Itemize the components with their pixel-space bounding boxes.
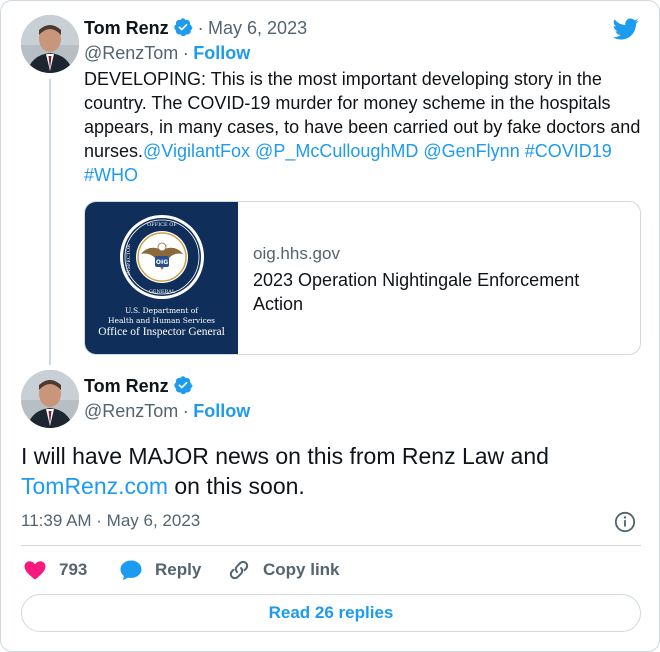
- separator: ·: [182, 43, 189, 63]
- seal-center-text: OIG: [156, 259, 168, 266]
- website-link[interactable]: TomRenz.com: [21, 473, 168, 499]
- tweet-timestamp[interactable]: 11:39 AM · May 6, 2023: [21, 511, 200, 531]
- copy-link-action[interactable]: Copy link: [227, 557, 340, 583]
- svg-text:INSPECTOR: INSPECTOR: [126, 244, 132, 276]
- link-preview-image: OIG OFFICE OF GENERAL INSPECTOR U.S. Dep…: [85, 202, 238, 354]
- verified-badge-icon: [174, 376, 193, 395]
- main-tweet-header: Tom Renz: [84, 375, 193, 397]
- reply-label: Reply: [155, 560, 202, 579]
- follow-button[interactable]: Follow: [193, 43, 250, 63]
- svg-text:OFFICE OF: OFFICE OF: [147, 222, 177, 228]
- heart-icon: [24, 561, 46, 580]
- hhs-oig-seal-icon: OIG OFFICE OF GENERAL INSPECTOR: [120, 215, 204, 299]
- twitter-bird-icon[interactable]: [611, 16, 641, 42]
- main-tweet-subheader: @RenzTom · Follow: [84, 401, 250, 422]
- speech-bubble-icon: [120, 560, 142, 581]
- quoted-tweet-subheader: @RenzTom · Follow: [84, 43, 250, 64]
- info-icon[interactable]: [614, 511, 636, 533]
- thread-connector-line: [49, 79, 51, 365]
- svg-text:GENERAL: GENERAL: [149, 289, 176, 295]
- mention-link[interactable]: @VigilantFox: [143, 141, 250, 161]
- caption-line: U.S. Department of: [124, 306, 199, 315]
- seal-caption: U.S. Department of Health and Human Serv…: [85, 306, 238, 326]
- link-preview-card[interactable]: OIG OFFICE OF GENERAL INSPECTOR U.S. Dep…: [84, 201, 641, 355]
- avatar[interactable]: [21, 15, 79, 73]
- author-handle[interactable]: @RenzTom: [84, 401, 178, 421]
- author-name[interactable]: Tom Renz: [84, 18, 169, 38]
- tweet-body: I will have MAJOR news on this from Renz…: [21, 443, 549, 469]
- author-name[interactable]: Tom Renz: [84, 376, 169, 396]
- quoted-tweet-header: Tom Renz · May 6, 2023: [84, 17, 307, 39]
- avatar[interactable]: [21, 370, 79, 428]
- hashtag-link[interactable]: #COVID19: [525, 141, 612, 161]
- author-handle[interactable]: @RenzTom: [84, 43, 178, 63]
- hashtag-link[interactable]: #WHO: [84, 165, 138, 185]
- seal-caption-office: Office of Inspector General: [98, 326, 225, 338]
- tweet-body-end: on this soon.: [167, 473, 305, 499]
- mention-link[interactable]: @GenFlynn: [423, 141, 519, 161]
- embedded-tweet-card: Tom Renz · May 6, 2023 @RenzTom · Follow…: [0, 0, 660, 652]
- copy-link-label: Copy link: [263, 560, 340, 579]
- mention-link[interactable]: @P_McCulloughMD: [255, 141, 418, 161]
- like-count: 793: [59, 560, 88, 579]
- separator: ·: [182, 401, 189, 421]
- follow-button[interactable]: Follow: [193, 401, 250, 421]
- link-title: 2023 Operation Nightingale Enforcement A…: [253, 270, 580, 314]
- tweet-date[interactable]: May 6, 2023: [208, 18, 307, 38]
- reply-action[interactable]: Reply: [119, 557, 201, 583]
- like-action[interactable]: 793: [23, 557, 87, 583]
- link-icon: [229, 560, 249, 580]
- read-replies-button[interactable]: Read 26 replies: [21, 594, 641, 632]
- separator: ·: [197, 18, 204, 38]
- verified-badge-icon: [174, 18, 193, 37]
- caption-line: Health and Human Services: [107, 316, 216, 325]
- divider: [21, 545, 641, 546]
- quoted-tweet-text: DEVELOPING: This is the most important d…: [84, 67, 650, 187]
- main-tweet-text: I will have MAJOR news on this from Renz…: [21, 441, 641, 501]
- link-domain: oig.hhs.gov: [253, 244, 340, 263]
